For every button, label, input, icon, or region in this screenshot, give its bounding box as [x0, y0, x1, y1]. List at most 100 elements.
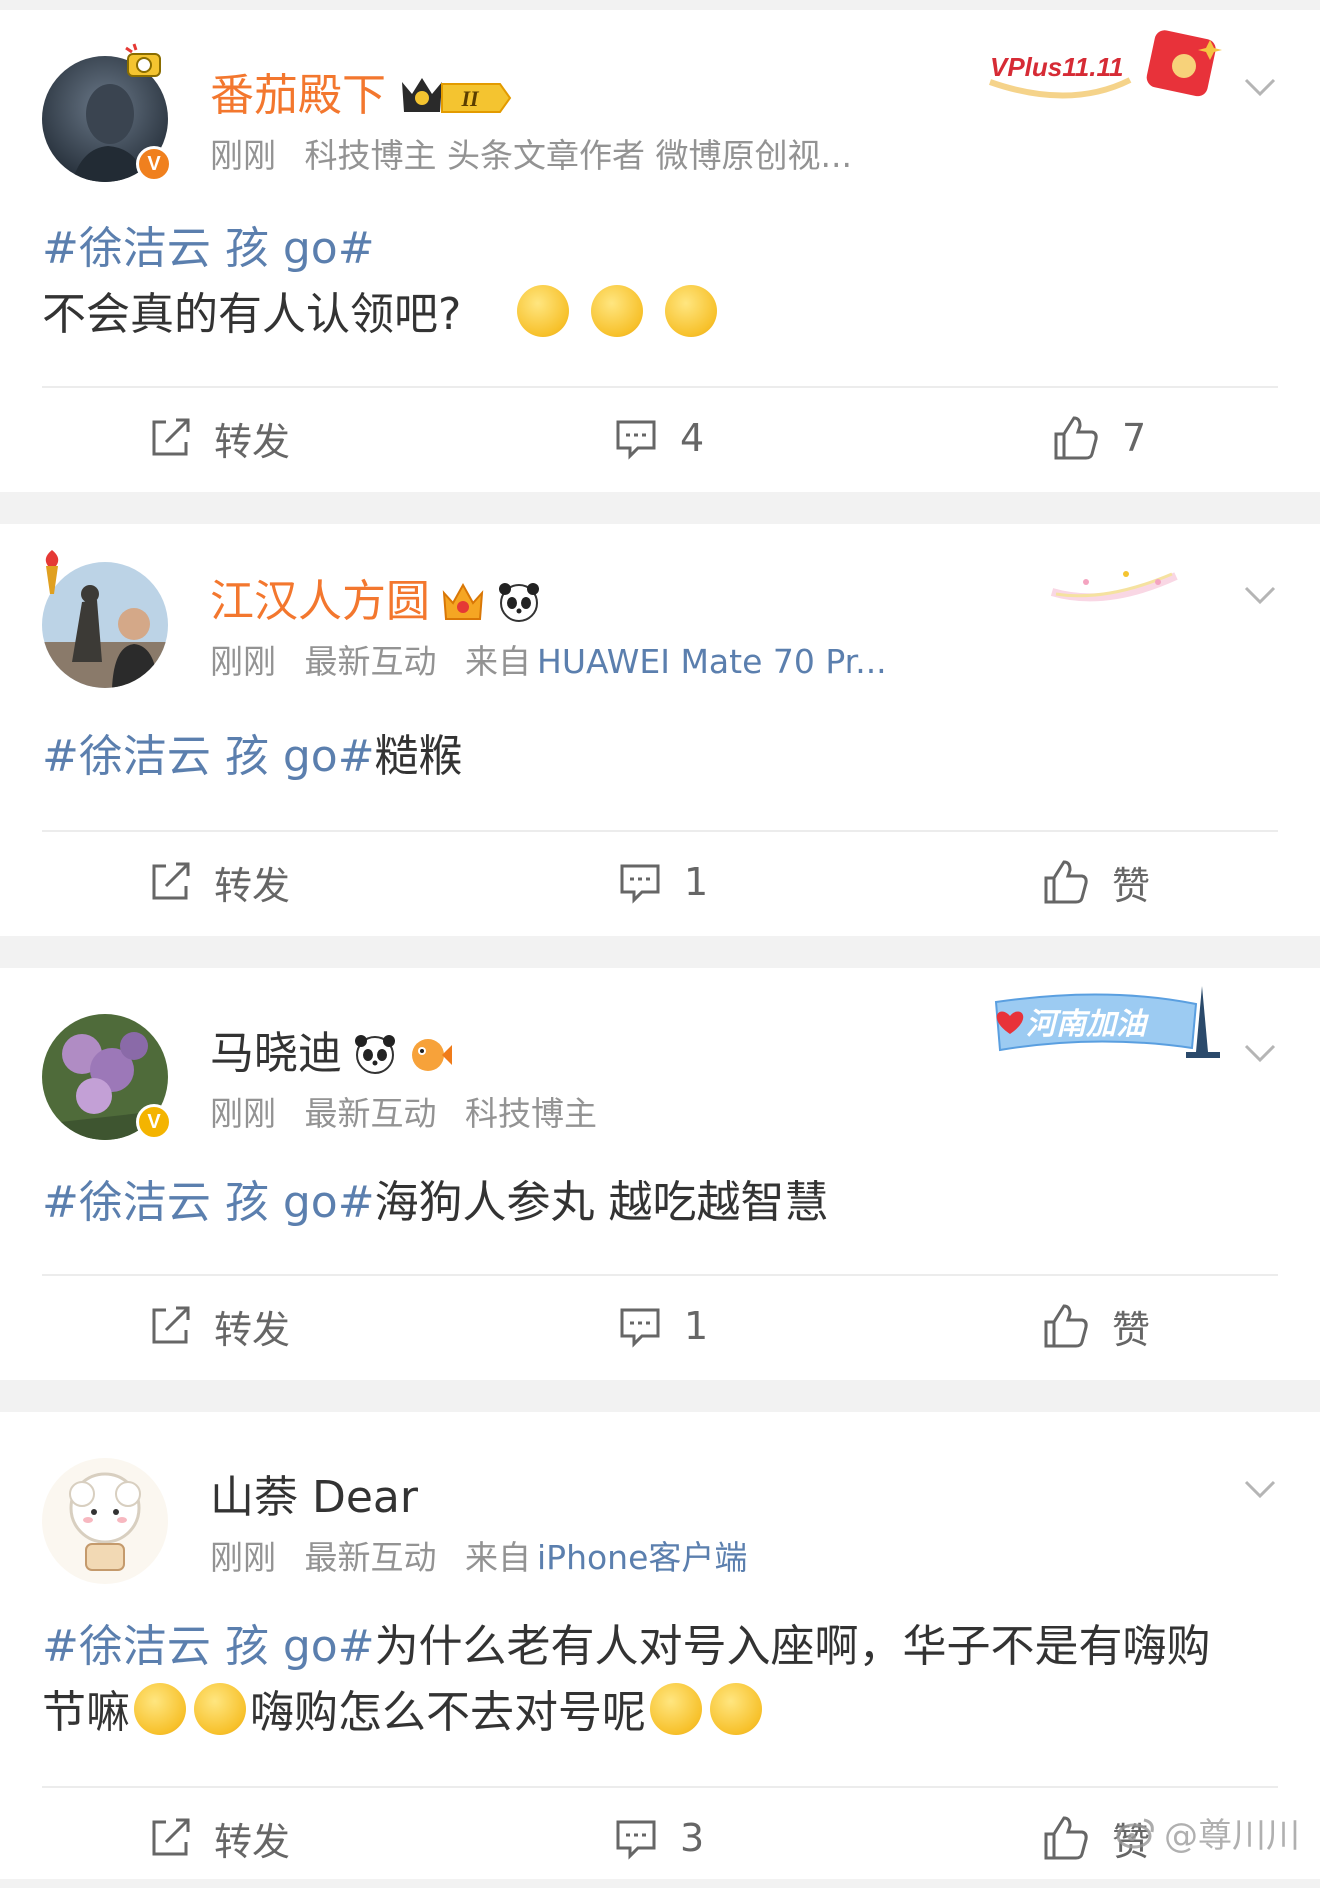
- post-content: #徐洁云 孩 go# 不会真的有人认领吧?: [42, 216, 1280, 348]
- repost-button[interactable]: 转发: [148, 1276, 290, 1376]
- comment-icon: [620, 1308, 660, 1348]
- comment-count: 4: [680, 416, 705, 460]
- chevron-down-icon[interactable]: [1242, 576, 1278, 612]
- post-meta: 刚刚 最新互动 来自 HUAWEI Mate 70 Pr...: [210, 640, 887, 684]
- repost-label: 转发: [214, 1819, 291, 1864]
- repost-icon: [152, 1306, 190, 1344]
- repost-icon: [152, 1818, 190, 1856]
- watermark-text: @尊川川: [1164, 1816, 1300, 1856]
- avatar[interactable]: [42, 1458, 168, 1584]
- username-text[interactable]: 番茄殿下: [210, 66, 386, 126]
- username[interactable]: 番茄殿下 II: [210, 66, 512, 126]
- hashtag-link[interactable]: #徐洁云 孩 go#: [42, 223, 375, 274]
- shush-emoji-icon: [591, 285, 644, 337]
- shush-emoji-icon: [517, 285, 570, 337]
- post-card: V 马晓迪 刚刚 最新互动 科技博主 河南加油 #徐洁云 孩 go#海狗人参丸 …: [0, 968, 1320, 1380]
- henan-jiayou-decoration: 河南加油: [986, 982, 1236, 1064]
- svg-text:II: II: [460, 86, 480, 111]
- hashtag-link[interactable]: #徐洁云 孩 go#: [42, 1177, 375, 1228]
- pufferfish-icon: [412, 1039, 452, 1071]
- source-device[interactable]: iPhone客户端: [537, 1538, 747, 1577]
- action-bar: 转发 1 赞: [0, 832, 1320, 932]
- avatar[interactable]: V: [42, 43, 172, 182]
- post-text: 为什么老有人对号入座啊，华子不是有嗨购: [374, 1621, 1211, 1672]
- panda-icon: [355, 1035, 395, 1074]
- like-count: 7: [1122, 416, 1147, 460]
- username[interactable]: 江汉人方圆: [210, 572, 542, 632]
- repost-label: 转发: [214, 1307, 291, 1352]
- comment-button[interactable]: 4: [614, 388, 704, 488]
- post-card: 江汉人方圆 刚刚 最新互动 来自 HUAWEI Mate 70 Pr... #徐…: [0, 524, 1320, 936]
- repost-icon: [152, 862, 190, 900]
- post-meta: 刚刚 科技博主 头条文章作者 微博原创视...: [210, 134, 852, 178]
- like-button[interactable]: 赞: [1042, 832, 1150, 932]
- comment-button[interactable]: 3: [614, 1788, 704, 1888]
- post-text: 糙糇: [374, 731, 463, 782]
- like-button[interactable]: 赞: [1042, 1276, 1150, 1376]
- source-device[interactable]: HUAWEI Mate 70 Pr...: [537, 642, 887, 681]
- interaction-status: 最新互动: [304, 1538, 437, 1577]
- username-text[interactable]: 山萘 Dear: [210, 1468, 418, 1528]
- post-content: #徐洁云 孩 go#为什么老有人对号入座啊，华子不是有嗨购 节嘛 嗨购怎么不去对号…: [42, 1614, 1280, 1746]
- source-prefix: 来自: [465, 1538, 531, 1577]
- hashtag-link[interactable]: #徐洁云 孩 go#: [42, 731, 375, 782]
- weibo-logo-icon: [1116, 1818, 1154, 1848]
- chevron-down-icon[interactable]: [1242, 68, 1278, 104]
- greedy-emoji-icon: [710, 1683, 762, 1735]
- post-meta: 刚刚 最新互动 来自 iPhone客户端: [210, 1536, 747, 1580]
- repost-icon: [152, 418, 190, 456]
- greedy-emoji-icon: [134, 1683, 186, 1735]
- post-content: #徐洁云 孩 go#糙糇: [42, 724, 1280, 790]
- timestamp: 刚刚: [210, 1094, 276, 1133]
- interaction-status: 最新互动: [304, 1094, 437, 1133]
- username-text[interactable]: 马晓迪: [210, 1024, 342, 1084]
- timestamp: 刚刚: [210, 1538, 276, 1577]
- greedy-emoji-icon: [194, 1683, 246, 1735]
- avatar[interactable]: [42, 550, 168, 688]
- comment-count: 1: [684, 860, 709, 904]
- watermark: @尊川川: [1116, 1808, 1300, 1857]
- comment-button[interactable]: 1: [618, 832, 708, 932]
- post-text-line2: 节嘛: [42, 1687, 130, 1738]
- username[interactable]: 山萘 Dear: [210, 1468, 418, 1528]
- username-text[interactable]: 江汉人方圆: [210, 572, 430, 632]
- user-description: 科技博主: [465, 1094, 597, 1133]
- post-meta: 刚刚 最新互动 科技博主: [210, 1092, 597, 1136]
- comment-icon: [616, 1820, 656, 1860]
- repost-button[interactable]: 转发: [148, 1788, 290, 1888]
- repost-label: 转发: [214, 863, 291, 908]
- shush-emoji-icon: [665, 285, 718, 337]
- user-description: 科技博主 头条文章作者 微博原创视...: [304, 136, 852, 175]
- verified-badge-icon: V: [136, 1104, 172, 1140]
- action-bar: 转发 4 7: [0, 388, 1320, 488]
- hashtag-link[interactable]: #徐洁云 孩 go#: [42, 1621, 375, 1672]
- like-label: 赞: [1112, 1307, 1151, 1352]
- repost-button[interactable]: 转发: [148, 832, 290, 932]
- post-text: 海狗人参丸 越吃越智慧: [374, 1177, 829, 1228]
- post-text: 不会真的有人认领吧?: [42, 289, 462, 340]
- username[interactable]: 马晓迪: [210, 1024, 454, 1084]
- post-content: #徐洁云 孩 go#海狗人参丸 越吃越智慧: [42, 1170, 1280, 1236]
- weibo-comment-feed: V 番茄殿下 II 刚刚 科技博主 头条文章作者 微博原创视... VPlus1…: [0, 0, 1320, 1879]
- svg-text:VPlus11.11: VPlus11.11: [990, 52, 1123, 82]
- timestamp: 刚刚: [210, 136, 276, 175]
- like-button[interactable]: 7: [1052, 388, 1146, 488]
- like-icon: [1044, 860, 1088, 904]
- crown-badge-icon: [442, 582, 484, 620]
- timestamp: 刚刚: [210, 642, 276, 681]
- chevron-down-icon[interactable]: [1242, 1470, 1278, 1506]
- post-text-line2-b: 嗨购怎么不去对号呢: [250, 1687, 646, 1738]
- greedy-emoji-icon: [650, 1683, 702, 1735]
- comment-count: 1: [684, 1304, 709, 1348]
- repost-label: 转发: [214, 419, 291, 464]
- source-prefix: 来自: [465, 642, 531, 681]
- post-card: V 番茄殿下 II 刚刚 科技博主 头条文章作者 微博原创视... VPlus1…: [0, 10, 1320, 492]
- camera-sticker-icon: [125, 43, 161, 77]
- comment-button[interactable]: 1: [618, 1276, 708, 1376]
- chevron-down-icon[interactable]: [1242, 1034, 1278, 1070]
- repost-button[interactable]: 转发: [148, 388, 290, 488]
- vplus-1111-decoration: VPlus11.11: [980, 20, 1240, 110]
- like-icon: [1044, 1816, 1088, 1860]
- comment-icon: [620, 864, 660, 904]
- avatar[interactable]: V: [42, 1014, 172, 1140]
